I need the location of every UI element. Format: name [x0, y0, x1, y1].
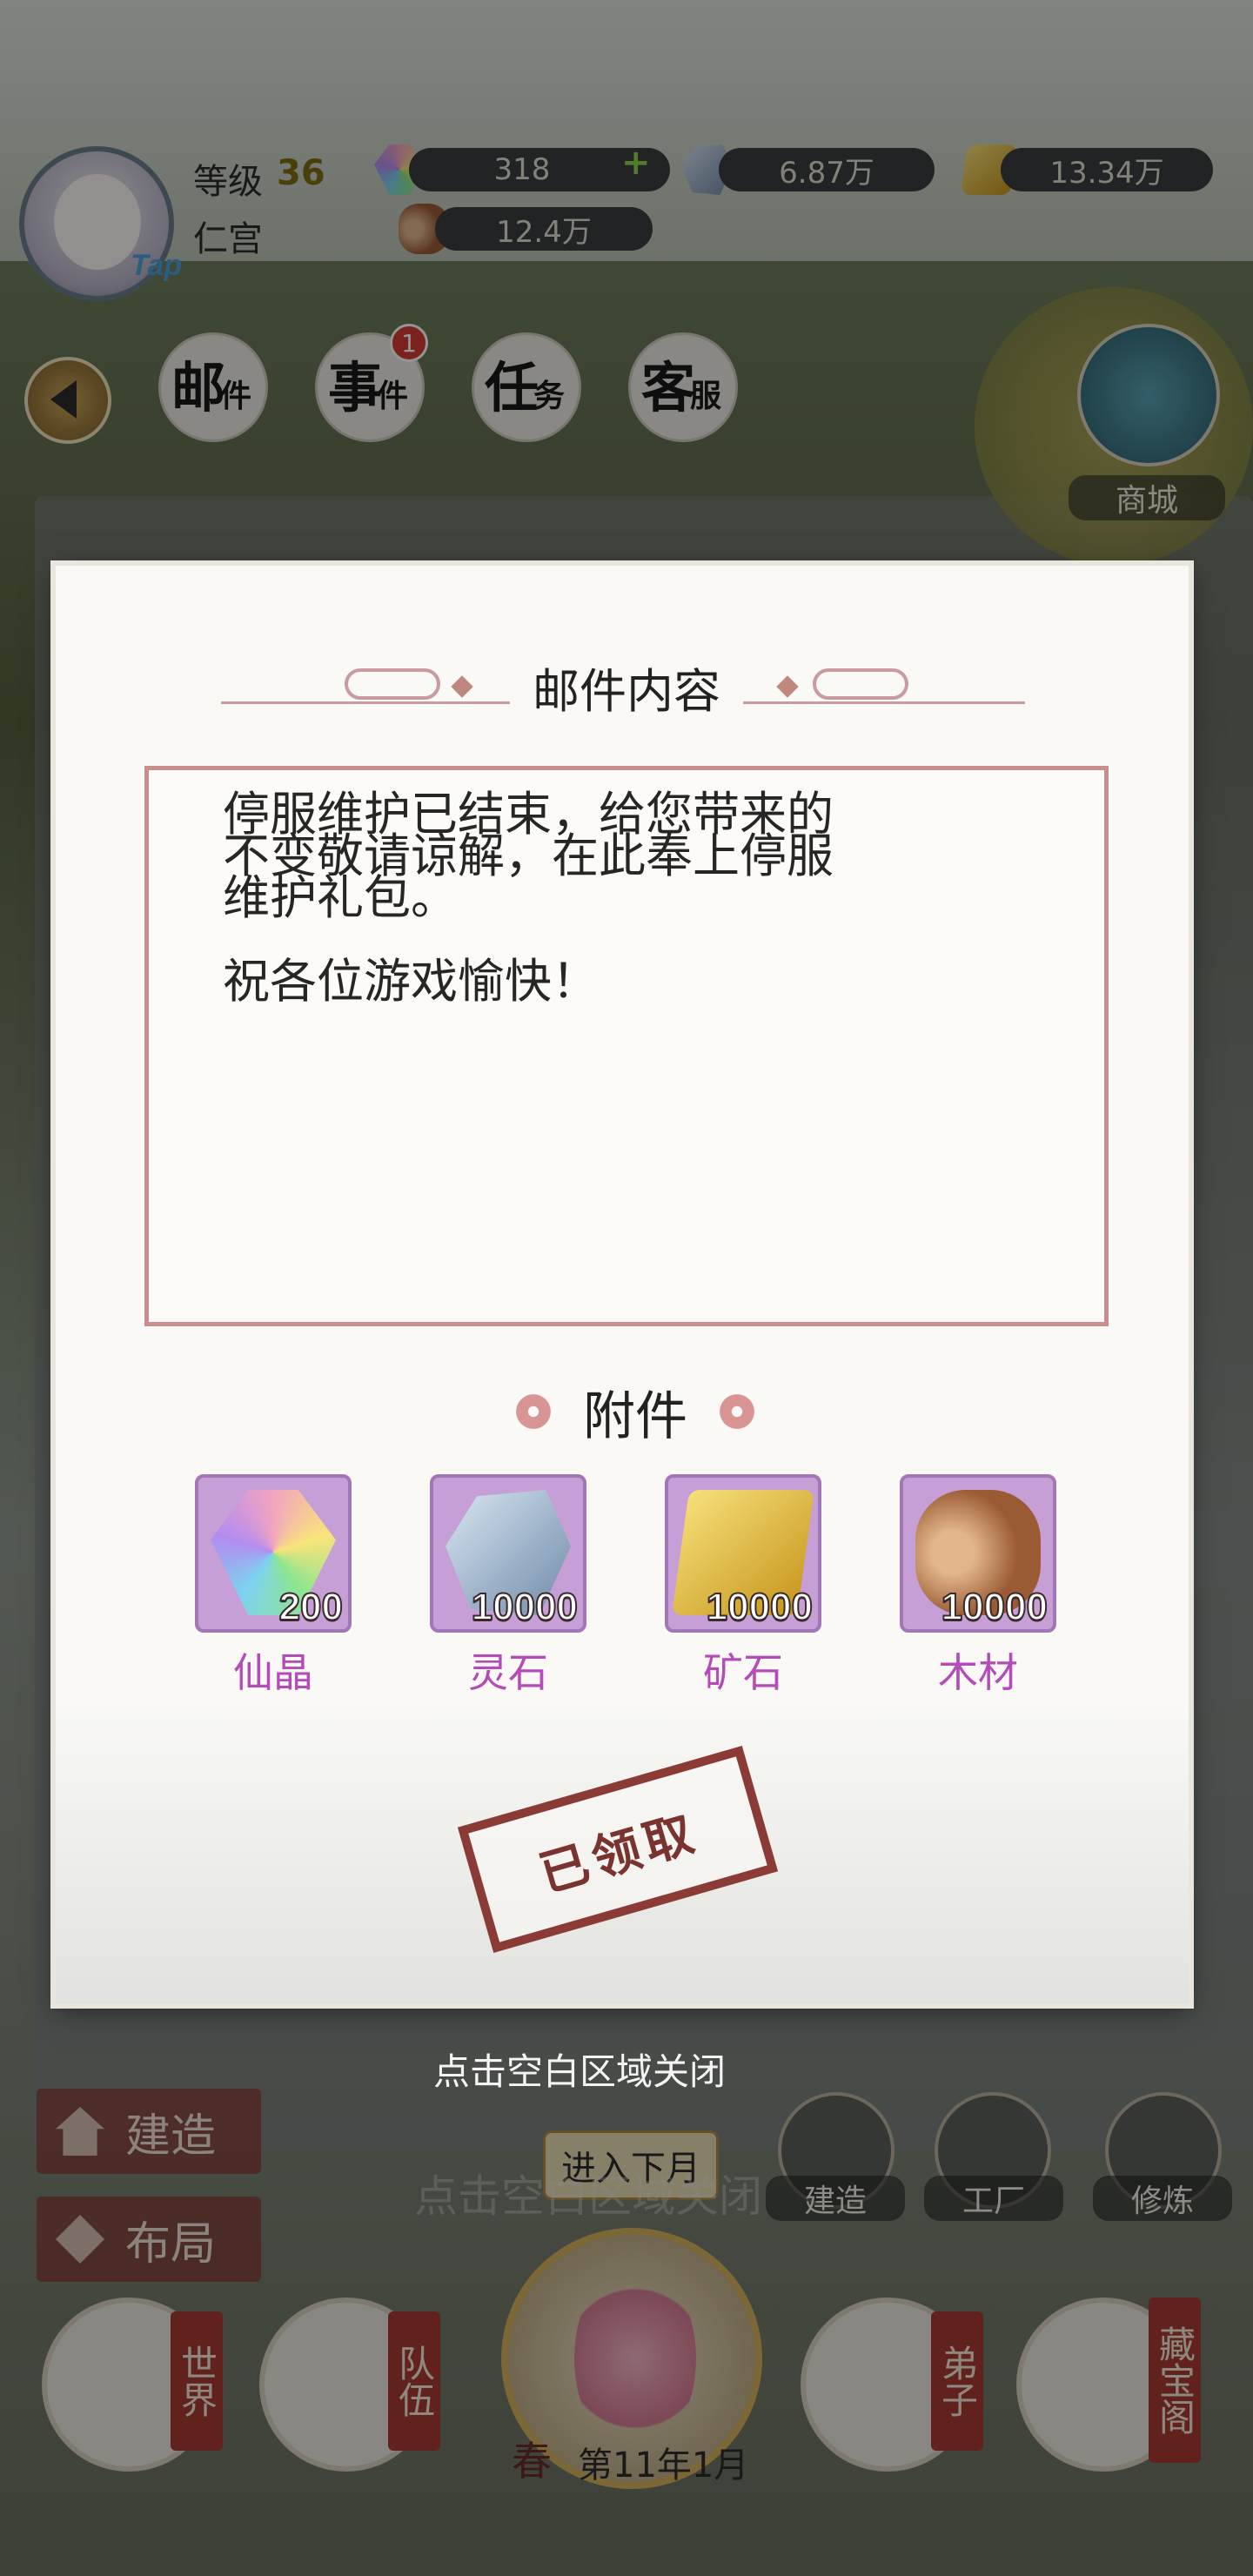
attachment-count: 10000	[706, 1585, 814, 1629]
attachment-item[interactable]: 10000	[665, 1474, 821, 1633]
attachments-title: 附件	[583, 1385, 687, 1447]
attachment-item[interactable]: 200	[195, 1474, 352, 1633]
flower-right-icon	[717, 1392, 757, 1432]
attachment-name: 仙晶	[233, 1649, 313, 1696]
attachments-header: 附件	[487, 1377, 783, 1447]
attachment-item[interactable]: 10000	[430, 1474, 586, 1633]
attachment-count: 10000	[941, 1585, 1049, 1629]
mail-body-text: 停服维护已结束，给您带来的 不变敬请谅解，在此奉上停服 维护礼包。 祝各位游戏愉…	[223, 787, 834, 1009]
modal-title: 邮件内容	[510, 652, 743, 721]
close-hint[interactable]: 点击空白区域关闭	[433, 2050, 764, 2094]
attachment-name: 矿石	[703, 1649, 783, 1696]
modal-title-row: 邮件内容	[209, 652, 1044, 721]
attachment-item[interactable]: 10000	[900, 1474, 1056, 1633]
attachment-count: 200	[278, 1585, 344, 1629]
attachment-name: 灵石	[468, 1649, 548, 1696]
claimed-stamp-text: 已领取	[533, 1802, 705, 1903]
attachment-count: 10000	[471, 1585, 579, 1629]
attachment-name: 木材	[938, 1649, 1018, 1696]
flower-left-icon	[513, 1392, 553, 1432]
